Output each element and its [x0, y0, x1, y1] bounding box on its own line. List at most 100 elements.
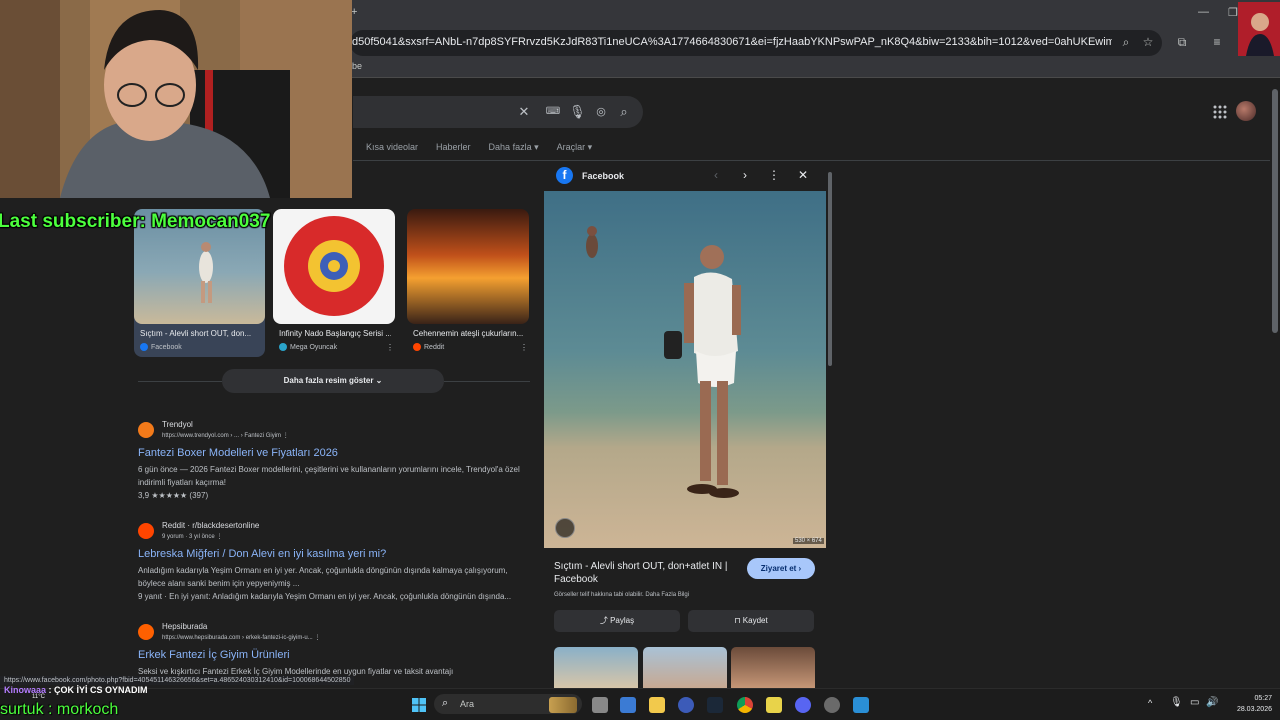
page-scrollbar[interactable]: [1270, 79, 1280, 688]
lens-search-button[interactable]: [555, 518, 575, 538]
steam-icon[interactable]: [707, 697, 723, 713]
more-options-icon[interactable]: ⋮: [520, 343, 528, 352]
show-more-images-button[interactable]: Daha fazla resim göster ⌄: [222, 369, 444, 393]
widget-icon[interactable]: [549, 697, 577, 713]
thumbnail-source: Facebook: [140, 343, 182, 351]
apps-grid-icon[interactable]: [1212, 104, 1228, 120]
mega-oyuncak-icon: [279, 343, 287, 351]
panel-scrollbar[interactable]: [827, 166, 833, 686]
result-url[interactable]: 9 yorum · 3 yıl önce ⋮: [162, 533, 222, 540]
thumbnail-source-name: Facebook: [151, 343, 182, 351]
share-button[interactable]: ⤴ Paylaş: [554, 610, 680, 632]
copyright-notice: Görseller telif hakkına tabi olabilir. D…: [554, 592, 690, 598]
mic-icon[interactable]: 🎙: [1170, 697, 1183, 708]
zoom-icon[interactable]: ⌕: [1119, 35, 1133, 49]
bookmark-item[interactable]: be: [352, 61, 362, 71]
facebook-icon: f: [556, 167, 573, 184]
taskbar: [0, 688, 1280, 720]
reddit-icon: [413, 343, 421, 351]
result-snippet-text: 6 gün önce — 2026 Fantezi Boxer modeller…: [138, 465, 520, 487]
thumbnail-title: Infinity Nado Başlangıç Serisi ...: [279, 329, 391, 338]
tab-more[interactable]: Daha fazla ▾: [489, 142, 539, 153]
thumbnail-image: [273, 209, 395, 324]
result-snippet: 6 gün önce — 2026 Fantezi Boxer modeller…: [138, 463, 528, 502]
search-result: Hepsiburada https://www.hepsiburada.com …: [138, 622, 533, 682]
clock[interactable]: 05:27 28.03.2026: [1228, 693, 1272, 715]
volume-icon[interactable]: 🔊: [1206, 697, 1218, 708]
tab-tools[interactable]: Araçlar ▾: [557, 142, 593, 153]
result-title[interactable]: Lebreska Miğferi / Don Alevi en iyi kası…: [138, 548, 386, 560]
follower-overlay: surtuk : morkoch: [0, 701, 119, 718]
image-result-2[interactable]: Infinity Nado Başlangıç Serisi ... Mega …: [273, 209, 395, 357]
previous-icon[interactable]: ‹: [709, 168, 723, 182]
file-explorer-icon[interactable]: [649, 697, 665, 713]
panel-title[interactable]: Sıçtım - Alevli short OUT, don+atlet IN …: [554, 560, 744, 586]
status-bar-url: https://www.facebook.com/photo.php?fbid=…: [0, 676, 355, 685]
chat-text: : ÇOK İYİ CS OYNADIM: [46, 685, 148, 695]
divider: [444, 381, 530, 382]
lens-icon[interactable]: ◎: [593, 104, 609, 120]
result-site[interactable]: Reddit · r/blackdesertonline: [162, 521, 259, 530]
app-icon[interactable]: [824, 697, 840, 713]
panel-source[interactable]: Facebook: [582, 171, 624, 181]
result-url[interactable]: https://www.hepsiburada.com › erkek-fant…: [162, 634, 320, 641]
result-snippet-text: Anladığım kadarıyla Yeşim Ormanı en iyi …: [138, 566, 508, 588]
related-image[interactable]: [643, 647, 727, 689]
hepsiburada-icon: [138, 624, 154, 640]
divider: [353, 160, 1270, 161]
visit-button[interactable]: Ziyaret et ›: [747, 558, 815, 579]
app-icon[interactable]: [853, 697, 869, 713]
image-result-3[interactable]: Cehennemin ateşli çukurların... Reddit ⋮: [407, 209, 529, 357]
next-icon[interactable]: ›: [738, 168, 752, 182]
tab-news[interactable]: Haberler: [436, 142, 471, 153]
result-title[interactable]: Erkek Fantezi İç Giyim Ürünleri: [138, 649, 290, 661]
network-icon[interactable]: ▭: [1190, 697, 1199, 708]
result-site[interactable]: Hepsiburada: [162, 622, 207, 631]
address-url[interactable]: d50f5041&sxsrf=ANbL-n7dp8SYFRrvzd5KzJdR8…: [352, 36, 1112, 48]
clock-date: 28.03.2026: [1236, 706, 1272, 713]
search-icon[interactable]: ⌕: [616, 104, 632, 120]
account-avatar[interactable]: [1236, 101, 1256, 121]
reddit-icon: [138, 523, 154, 539]
related-image[interactable]: [554, 647, 638, 689]
close-icon[interactable]: ✕: [796, 168, 810, 182]
tab-short-videos[interactable]: Kısa videolar: [366, 142, 418, 153]
search-result: Trendyol https://www.trendyol.com › ... …: [138, 420, 533, 505]
search-tabs: Kısa videolar Haberler Daha fazla ▾ Araç…: [366, 142, 592, 153]
image-dimensions: 530 × 674: [793, 538, 824, 544]
last-subscriber-overlay: Last subscriber: Memocan037: [0, 211, 271, 232]
calculator-icon[interactable]: [620, 697, 636, 713]
tray-expand-icon[interactable]: ^: [1148, 698, 1152, 708]
thumbnail-source-name: Reddit: [424, 343, 445, 351]
save-button[interactable]: ⊓ Kaydet: [688, 610, 814, 632]
bookmark-star-icon[interactable]: ☆: [1141, 35, 1155, 49]
task-view-icon[interactable]: [592, 697, 608, 713]
thumbnail-title: Cehennemin ateşli çukurların...: [413, 329, 524, 338]
extensions-icon[interactable]: ⧉: [1175, 35, 1189, 49]
taskbar-search-placeholder[interactable]: Ara: [460, 699, 474, 709]
keyboard-icon[interactable]: ⌨: [545, 104, 561, 120]
result-answer: 9 yanıt · En iyi yanıt: Anladığım kadarı…: [138, 592, 512, 601]
facebook-icon: [140, 343, 148, 351]
media-icon[interactable]: ≡: [1210, 35, 1224, 49]
related-image[interactable]: [731, 647, 815, 689]
windows-start-icon[interactable]: [411, 697, 427, 713]
result-title[interactable]: Fantezi Boxer Modelleri ve Fiyatları 202…: [138, 447, 338, 459]
minimize-icon[interactable]: —: [1198, 6, 1209, 18]
screen: + — ❐ d50f5041&sxsrf=ANbL-n7dp8SYFRrvzd5…: [0, 0, 1280, 720]
app-icon[interactable]: [678, 697, 694, 713]
more-options-icon[interactable]: ⋮: [767, 168, 781, 182]
mic-icon[interactable]: 🎙: [569, 104, 586, 120]
divider: [138, 381, 222, 382]
thumbnail-title: Sıçtım - Alevli short OUT, don...: [140, 329, 252, 338]
restore-icon[interactable]: ❐: [1228, 6, 1238, 19]
result-rating: 3,9 ★★★★★ (397): [138, 491, 209, 500]
notes-icon[interactable]: [766, 697, 782, 713]
more-options-icon[interactable]: ⋮: [386, 343, 394, 352]
result-url[interactable]: https://www.trendyol.com › ... › Fantezi…: [162, 432, 289, 439]
clear-icon[interactable]: ✕: [516, 104, 532, 120]
result-site[interactable]: Trendyol: [162, 420, 193, 429]
preview-image[interactable]: [544, 191, 826, 548]
discord-icon[interactable]: [795, 697, 811, 713]
chrome-icon[interactable]: [737, 697, 753, 713]
